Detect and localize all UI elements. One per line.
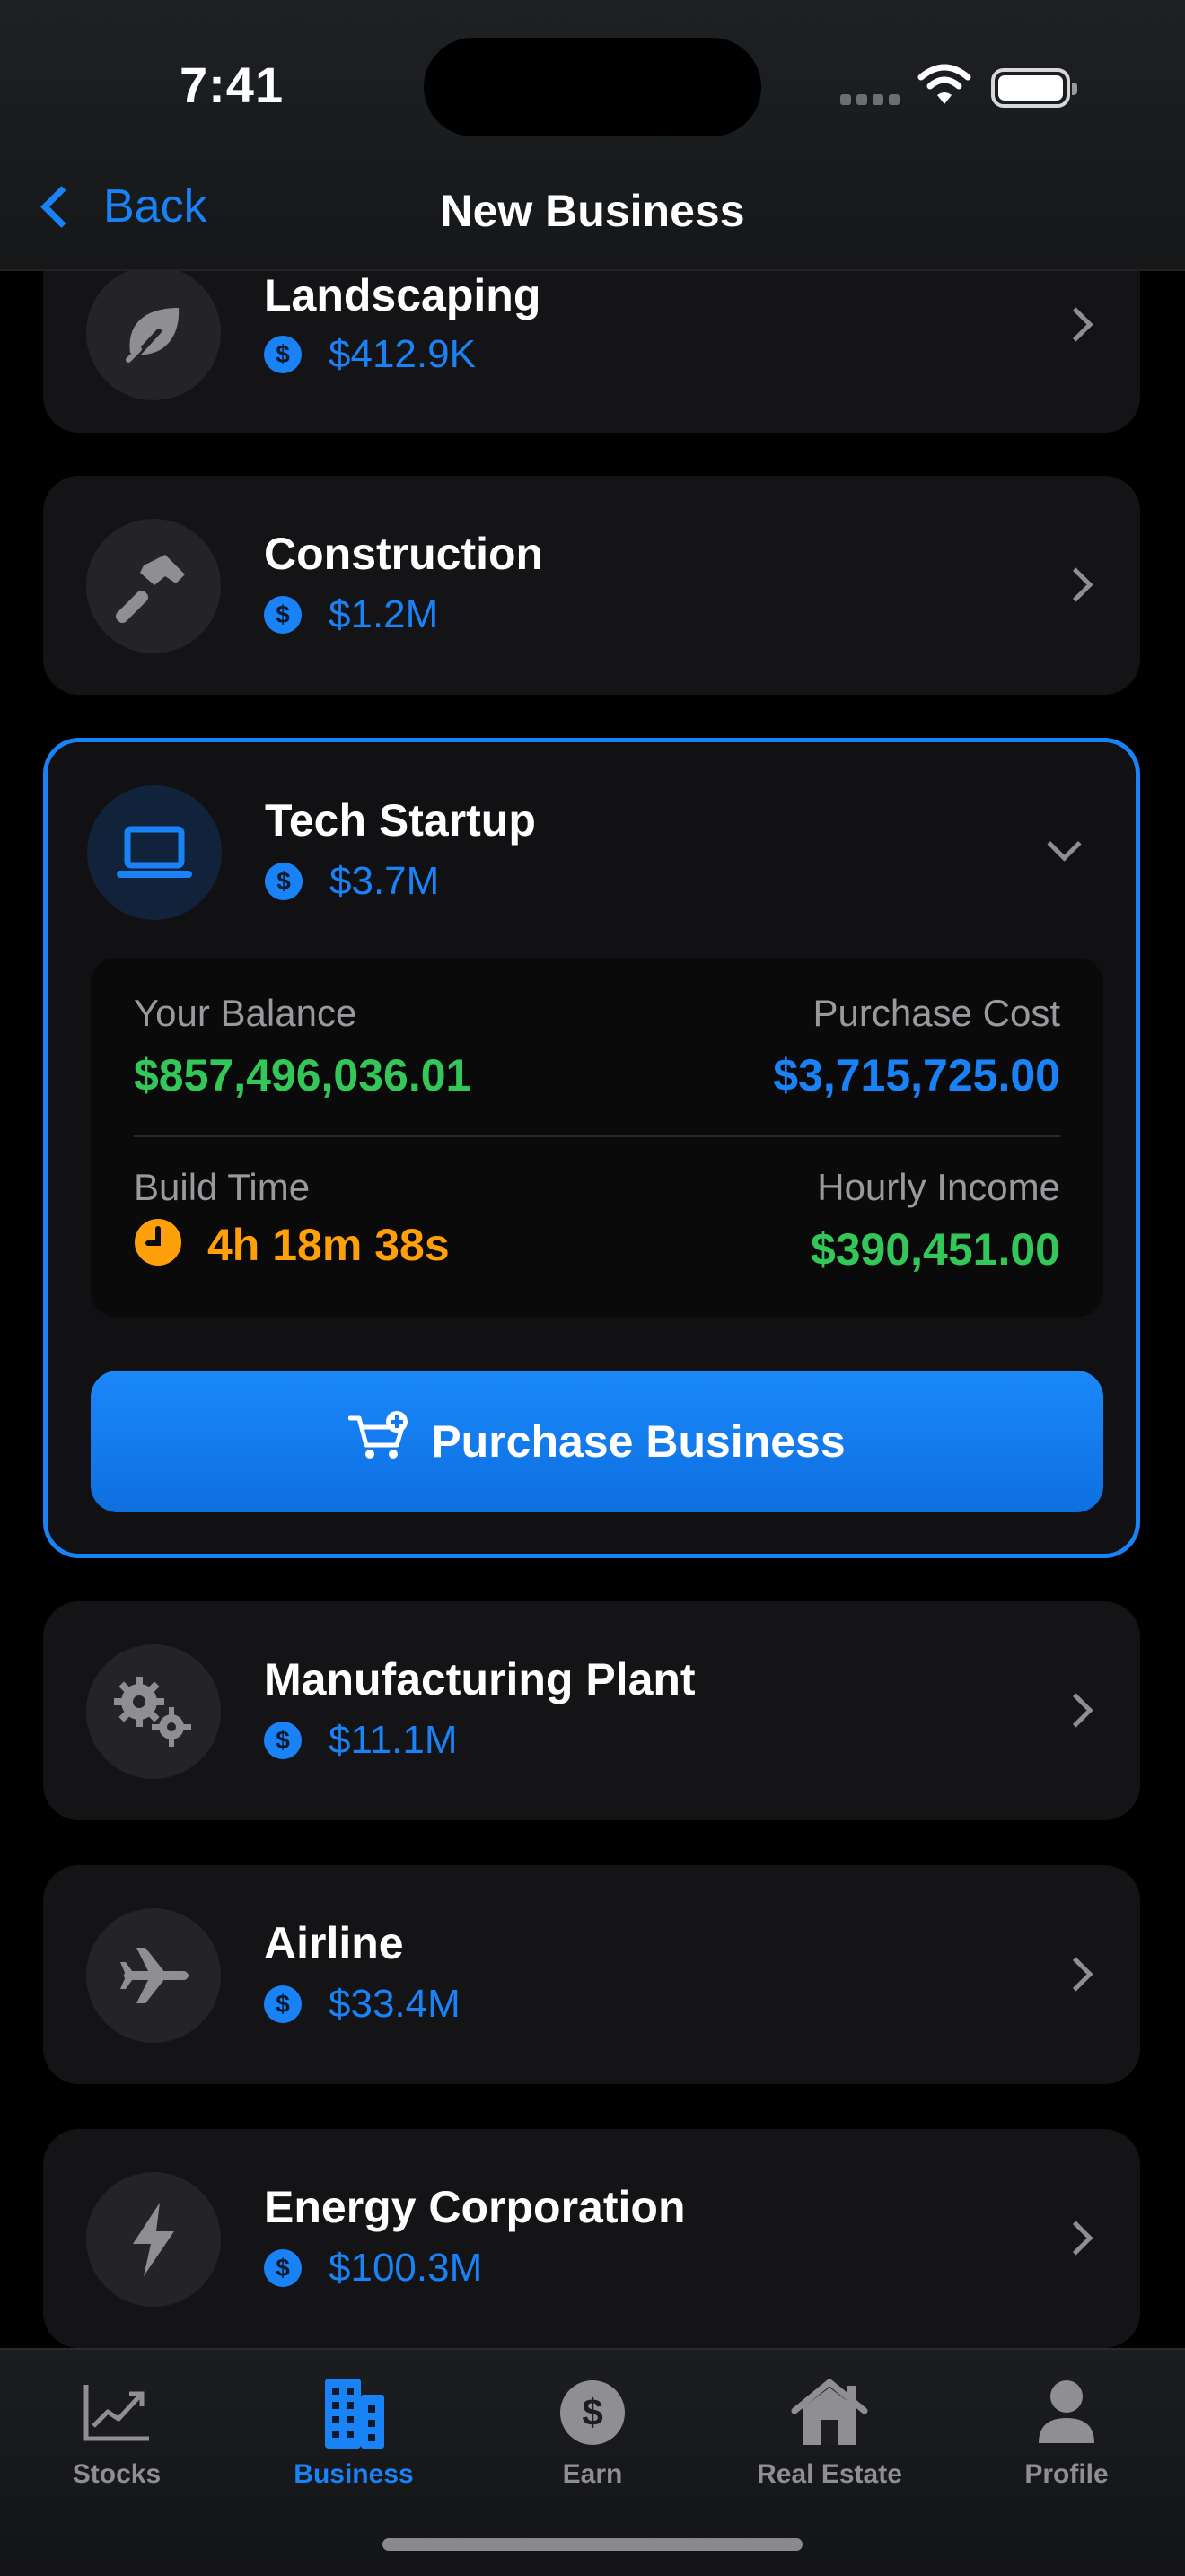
page-title: New Business xyxy=(440,186,745,236)
purchase-business-button[interactable]: Purchase Business xyxy=(91,1371,1103,1512)
divider xyxy=(134,1135,1060,1137)
chevron-right-icon xyxy=(1058,2221,1093,2256)
build-time-value: 4h 18m 38s xyxy=(207,1219,450,1270)
business-card-airline[interactable]: Airline $ $33.4M xyxy=(43,1865,1140,2084)
business-name: Construction xyxy=(264,529,544,579)
business-card-energy-corporation[interactable]: Energy Corporation $ $100.3M xyxy=(43,2129,1140,2348)
dollar-coin-icon: $ xyxy=(264,1985,302,2023)
tab-label: Earn xyxy=(562,2459,623,2489)
chevron-right-icon xyxy=(1058,307,1093,342)
dollar-coin-icon: $ xyxy=(264,596,302,634)
building-icon xyxy=(255,2368,452,2458)
business-price: $ $100.3M xyxy=(264,2246,482,2291)
business-name: Tech Startup xyxy=(265,795,536,846)
navigation-header: 7:41 Back New Business xyxy=(0,0,1185,271)
cart-add-icon xyxy=(347,1411,411,1472)
tab-label: Real Estate xyxy=(757,2459,902,2489)
chevron-right-icon xyxy=(1058,1957,1093,1992)
tab-business[interactable]: Business xyxy=(255,2368,452,2490)
chart-icon xyxy=(18,2368,215,2458)
business-price: $ $1.2M xyxy=(264,592,438,637)
purchase-cost-value: $3,715,725.00 xyxy=(773,1050,1060,1100)
dynamic-island xyxy=(424,38,761,136)
cellular-signal-icon xyxy=(840,93,905,110)
clock-icon xyxy=(134,1218,182,1271)
battery-icon xyxy=(991,68,1077,108)
airplane-icon xyxy=(86,1908,221,2043)
hammer-icon xyxy=(86,519,221,653)
tab-label: Profile xyxy=(1024,2459,1109,2489)
svg-text:$: $ xyxy=(582,2391,602,2433)
dollar-coin-icon: $ xyxy=(264,2249,302,2287)
tab-label: Business xyxy=(294,2459,414,2489)
tab-real-estate[interactable]: Real Estate xyxy=(731,2368,928,2490)
tab-label: Stocks xyxy=(72,2459,162,2489)
tab-earn[interactable]: $ Earn xyxy=(494,2368,691,2490)
business-name: Airline xyxy=(264,1918,404,1968)
business-price: $ $3.7M xyxy=(265,859,439,904)
business-price-value: $3.7M xyxy=(329,859,440,903)
business-name: Energy Corporation xyxy=(264,2182,686,2232)
chevron-right-icon xyxy=(1058,1693,1093,1728)
business-price-value: $412.9K xyxy=(329,332,476,376)
business-price: $ $412.9K xyxy=(264,332,476,377)
business-card-tech-startup-expanded[interactable]: Tech Startup $ $3.7M Your Balance $857,4… xyxy=(43,738,1140,1558)
wifi-icon xyxy=(917,63,971,110)
home-indicator[interactable] xyxy=(382,2538,803,2551)
person-icon xyxy=(968,2368,1165,2458)
build-time-label: Build Time xyxy=(134,1166,311,1208)
business-price-value: $1.2M xyxy=(329,592,439,636)
business-name: Landscaping xyxy=(264,270,541,320)
hourly-income-value: $390,451.00 xyxy=(810,1224,1060,1275)
chevron-down-icon[interactable] xyxy=(1047,827,1082,862)
business-card-construction[interactable]: Construction $ $1.2M xyxy=(43,476,1140,695)
build-time: 4h 18m 38s xyxy=(134,1218,450,1271)
chevron-right-icon xyxy=(1058,567,1093,602)
dollar-coin-icon: $ xyxy=(264,1722,302,1759)
business-price: $ $11.1M xyxy=(264,1718,458,1763)
business-price-value: $33.4M xyxy=(329,1982,461,2026)
business-card-manufacturing-plant[interactable]: Manufacturing Plant $ $11.1M xyxy=(43,1601,1140,1820)
business-details-panel: Your Balance $857,496,036.01 Purchase Co… xyxy=(91,958,1103,1317)
dollar-circle-icon: $ xyxy=(494,2368,691,2458)
bolt-icon xyxy=(86,2172,221,2307)
laptop-icon xyxy=(87,785,222,920)
house-icon xyxy=(731,2368,928,2458)
purchase-button-label: Purchase Business xyxy=(431,1416,846,1467)
business-price: $ $33.4M xyxy=(264,1982,461,2027)
balance-value: $857,496,036.01 xyxy=(134,1050,471,1100)
leaf-icon xyxy=(86,266,221,400)
dollar-coin-icon: $ xyxy=(264,336,302,373)
status-time: 7:41 xyxy=(180,57,285,113)
balance-label: Your Balance xyxy=(134,992,357,1034)
dollar-coin-icon: $ xyxy=(265,863,303,900)
tab-profile[interactable]: Profile xyxy=(968,2368,1165,2490)
business-price-value: $100.3M xyxy=(329,2246,483,2290)
business-price-value: $11.1M xyxy=(329,1718,458,1762)
gears-icon xyxy=(86,1644,221,1779)
hourly-income-label: Hourly Income xyxy=(817,1166,1060,1208)
business-name: Manufacturing Plant xyxy=(264,1654,696,1704)
purchase-cost-label: Purchase Cost xyxy=(812,992,1060,1034)
tab-stocks[interactable]: Stocks xyxy=(18,2368,215,2490)
